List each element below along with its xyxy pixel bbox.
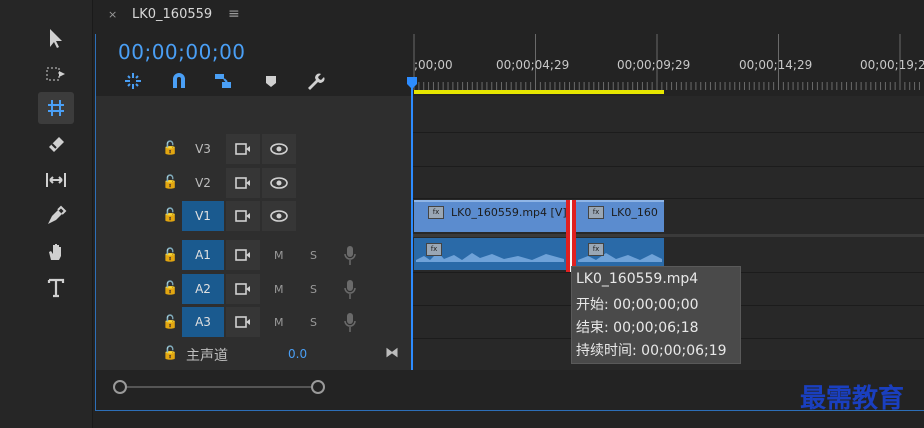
track-lock-icon[interactable]: 🔓 xyxy=(162,208,178,223)
tools-panel xyxy=(0,0,93,428)
fx-badge-icon: fx xyxy=(588,206,604,219)
zoom-scroll-handle-right[interactable] xyxy=(311,380,325,394)
track-name-v2[interactable]: V2 xyxy=(182,168,224,198)
track-separator xyxy=(411,234,924,237)
track-select-tool-icon[interactable] xyxy=(38,58,74,90)
playhead-line[interactable] xyxy=(411,88,413,378)
pen-tool-icon[interactable] xyxy=(38,200,74,232)
edit-point-line xyxy=(570,200,572,272)
tab-menu-icon[interactable]: ≡ xyxy=(228,6,240,22)
track-separator xyxy=(411,198,924,199)
video-clip-label: LK0_160559.mp4 [V] xyxy=(451,206,567,219)
sync-lock-icon[interactable] xyxy=(226,201,260,231)
ruler-label: 00;00;14;29 xyxy=(739,58,813,72)
type-tool-icon[interactable] xyxy=(38,272,74,304)
clip-info-tooltip: LK0_160559.mp4 开始: 00;00;00;00 结束: 00;00… xyxy=(571,266,741,364)
zoom-scroll-handle-left[interactable] xyxy=(113,380,127,394)
track-lock-icon[interactable]: 🔓 xyxy=(162,175,178,190)
tooltip-clip-name: LK0_160559.mp4 xyxy=(576,271,699,287)
track-visibility-eye-icon[interactable] xyxy=(262,201,296,231)
fx-badge-icon: fx xyxy=(426,243,442,256)
selection-tool-icon[interactable] xyxy=(38,22,74,54)
voice-over-mic-icon[interactable] xyxy=(342,245,358,267)
ruler-label: 00;00;04;29 xyxy=(496,58,570,72)
ripple-edit-tool-icon[interactable] xyxy=(38,92,74,124)
ruler-label: 00;00;09;29 xyxy=(617,58,691,72)
sync-lock-icon[interactable] xyxy=(226,240,260,270)
playhead-timecode[interactable]: 00;00;00;00 xyxy=(118,40,246,64)
mute-track-button[interactable]: M xyxy=(274,316,284,329)
sync-lock-icon[interactable] xyxy=(226,274,260,304)
hand-tool-icon[interactable] xyxy=(38,236,74,268)
track-separator xyxy=(411,132,924,133)
sequence-tab-title[interactable]: LK0_160559 xyxy=(132,7,212,22)
mute-track-button[interactable]: M xyxy=(274,283,284,296)
track-lock-icon[interactable]: 🔓 xyxy=(162,315,178,330)
track-separator xyxy=(411,166,924,167)
ruler-label: ;00;00 xyxy=(414,58,453,72)
tooltip-start: 开始: 00;00;00;00 xyxy=(576,297,699,313)
master-track-label: 主声道 xyxy=(186,348,228,364)
mute-track-button[interactable]: M xyxy=(274,249,284,262)
tooltip-end: 结束: 00;00;06;18 xyxy=(576,320,699,336)
work-area-bar[interactable] xyxy=(414,90,664,94)
settings-wrench-icon[interactable] xyxy=(304,70,326,92)
playhead-handle-icon[interactable] xyxy=(406,76,418,90)
fx-badge-icon: fx xyxy=(428,206,444,219)
go-to-ends-icon[interactable]: ⧓ xyxy=(385,345,399,361)
snap-magnet-icon[interactable] xyxy=(168,70,190,92)
voice-over-mic-icon[interactable] xyxy=(342,279,358,301)
solo-track-button[interactable]: S xyxy=(310,283,317,296)
track-lock-icon[interactable]: 🔓 xyxy=(162,281,178,296)
timeline-tab-bar xyxy=(95,0,924,34)
solo-track-button[interactable]: S xyxy=(310,316,317,329)
watermark-text: 最需教育 xyxy=(800,384,905,414)
razor-tool-icon[interactable] xyxy=(38,128,74,160)
track-name-a2[interactable]: A2 xyxy=(182,274,224,304)
master-lock-icon[interactable]: 🔓 xyxy=(162,346,178,361)
tab-close-button[interactable]: × xyxy=(108,8,117,21)
solo-track-button[interactable]: S xyxy=(310,249,317,262)
nest-icon[interactable] xyxy=(122,70,144,92)
ruler-label: 00;00;19;2 xyxy=(860,58,924,72)
master-volume-value[interactable]: 0.0 xyxy=(288,347,307,361)
voice-over-mic-icon[interactable] xyxy=(342,312,358,334)
track-visibility-eye-icon[interactable] xyxy=(262,168,296,198)
track-name-v1[interactable]: V1 xyxy=(182,201,224,231)
track-lock-icon[interactable]: 🔓 xyxy=(162,141,178,156)
video-clip-label: LK0_160 xyxy=(611,206,658,219)
track-lock-icon[interactable]: 🔓 xyxy=(162,248,178,263)
track-visibility-eye-icon[interactable] xyxy=(262,134,296,164)
add-marker-icon[interactable] xyxy=(260,70,282,92)
track-name-a3[interactable]: A3 xyxy=(182,307,224,337)
sync-lock-icon[interactable] xyxy=(226,134,260,164)
slip-tool-icon[interactable] xyxy=(38,164,74,196)
fx-badge-icon: fx xyxy=(588,243,604,256)
sync-lock-icon[interactable] xyxy=(226,307,260,337)
tooltip-duration: 持续时间: 00;00;06;19 xyxy=(576,343,727,359)
track-name-v3[interactable]: V3 xyxy=(182,134,224,164)
sync-lock-icon[interactable] xyxy=(226,168,260,198)
zoom-scrollbar[interactable] xyxy=(118,386,318,388)
track-name-a1[interactable]: A1 xyxy=(182,240,224,270)
linked-selection-icon[interactable] xyxy=(212,70,234,92)
